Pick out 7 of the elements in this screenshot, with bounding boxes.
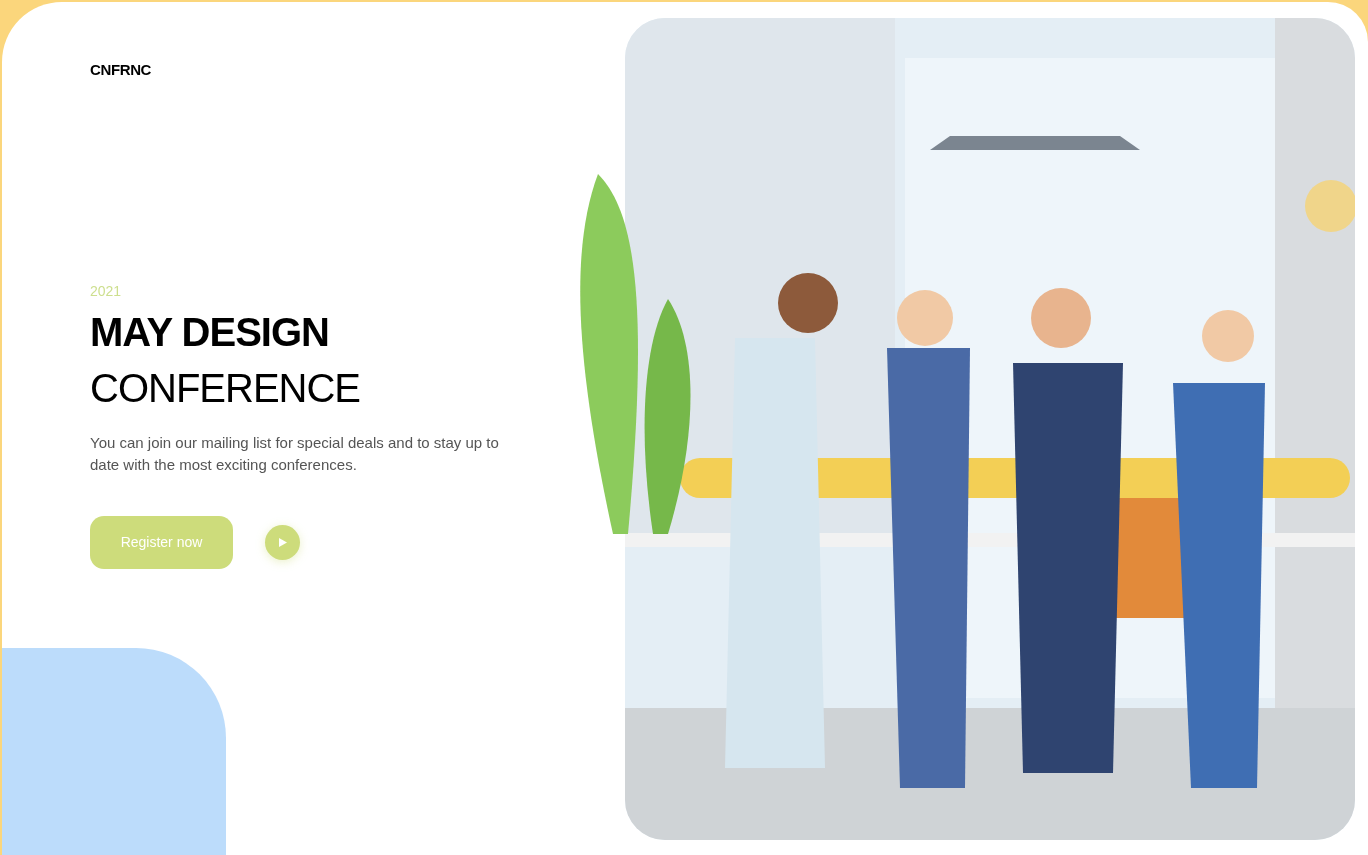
title-light: CONFERENCE: [90, 364, 362, 412]
play-icon: [278, 537, 287, 547]
description: You can join our mailing list for special deals and to stay up to date with the most exciting conferences.: [90, 432, 500, 475]
logo[interactable]: CNFRNC: [90, 59, 557, 82]
title-bold: MAY DESIGN: [90, 308, 330, 356]
play-button[interactable]: [265, 524, 300, 560]
year: 2021: [90, 281, 123, 301]
